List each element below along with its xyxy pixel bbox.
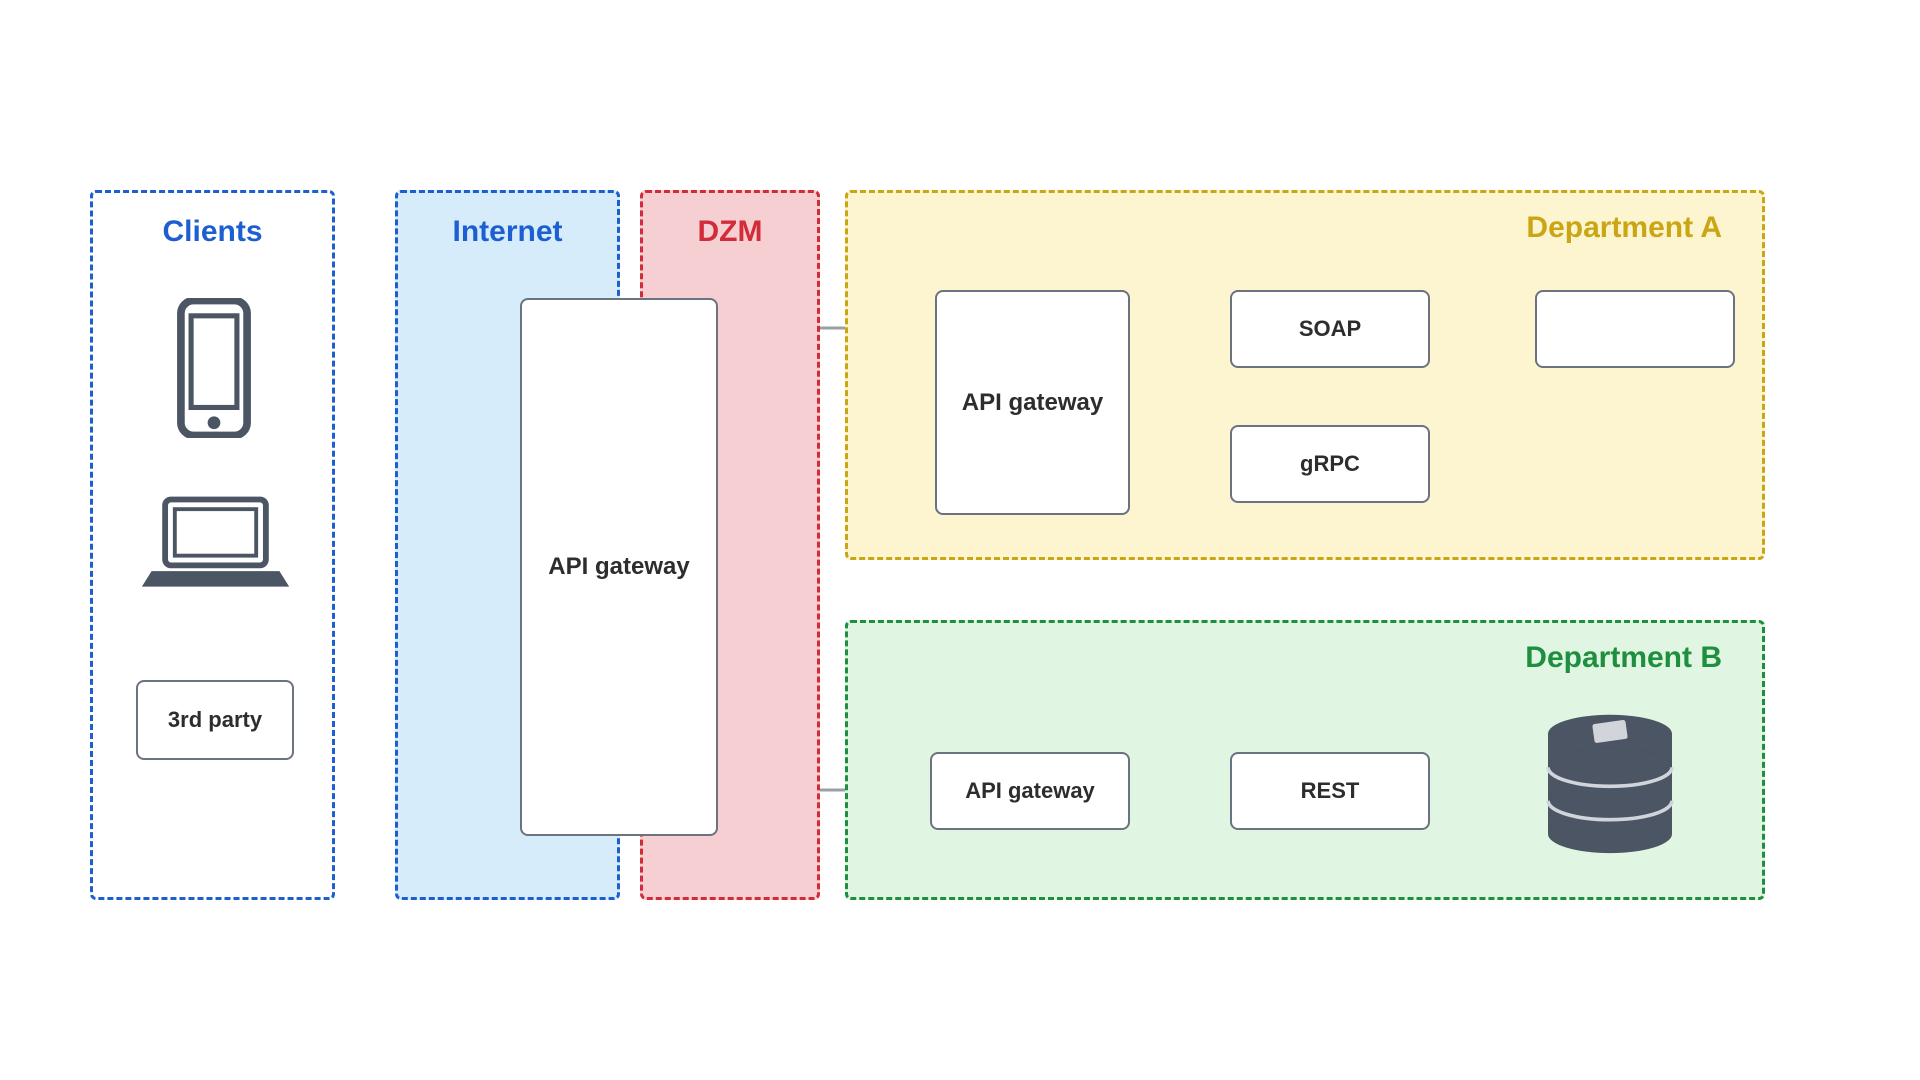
node-rest: REST <box>1230 752 1430 830</box>
zone-dzm-title: DZM <box>643 215 817 249</box>
phone-icon <box>175 298 253 438</box>
node-third-party: 3rd party <box>136 680 294 760</box>
node-soap: SOAP <box>1230 290 1430 368</box>
database-icon <box>1535 710 1685 865</box>
laptop-icon <box>138 490 293 600</box>
node-dept-a-gateway: API gateway <box>935 290 1130 515</box>
node-grpc: gRPC <box>1230 425 1430 503</box>
zone-clients-title: Clients <box>93 215 332 249</box>
zone-dept-b-title: Department B <box>1525 641 1722 675</box>
node-main-gateway: API gateway <box>520 298 718 836</box>
zone-dept-a-title: Department A <box>1526 211 1722 245</box>
zone-internet-title: Internet <box>398 215 617 249</box>
node-dept-b-gateway: API gateway <box>930 752 1130 830</box>
node-dept-a-blank <box>1535 290 1735 368</box>
